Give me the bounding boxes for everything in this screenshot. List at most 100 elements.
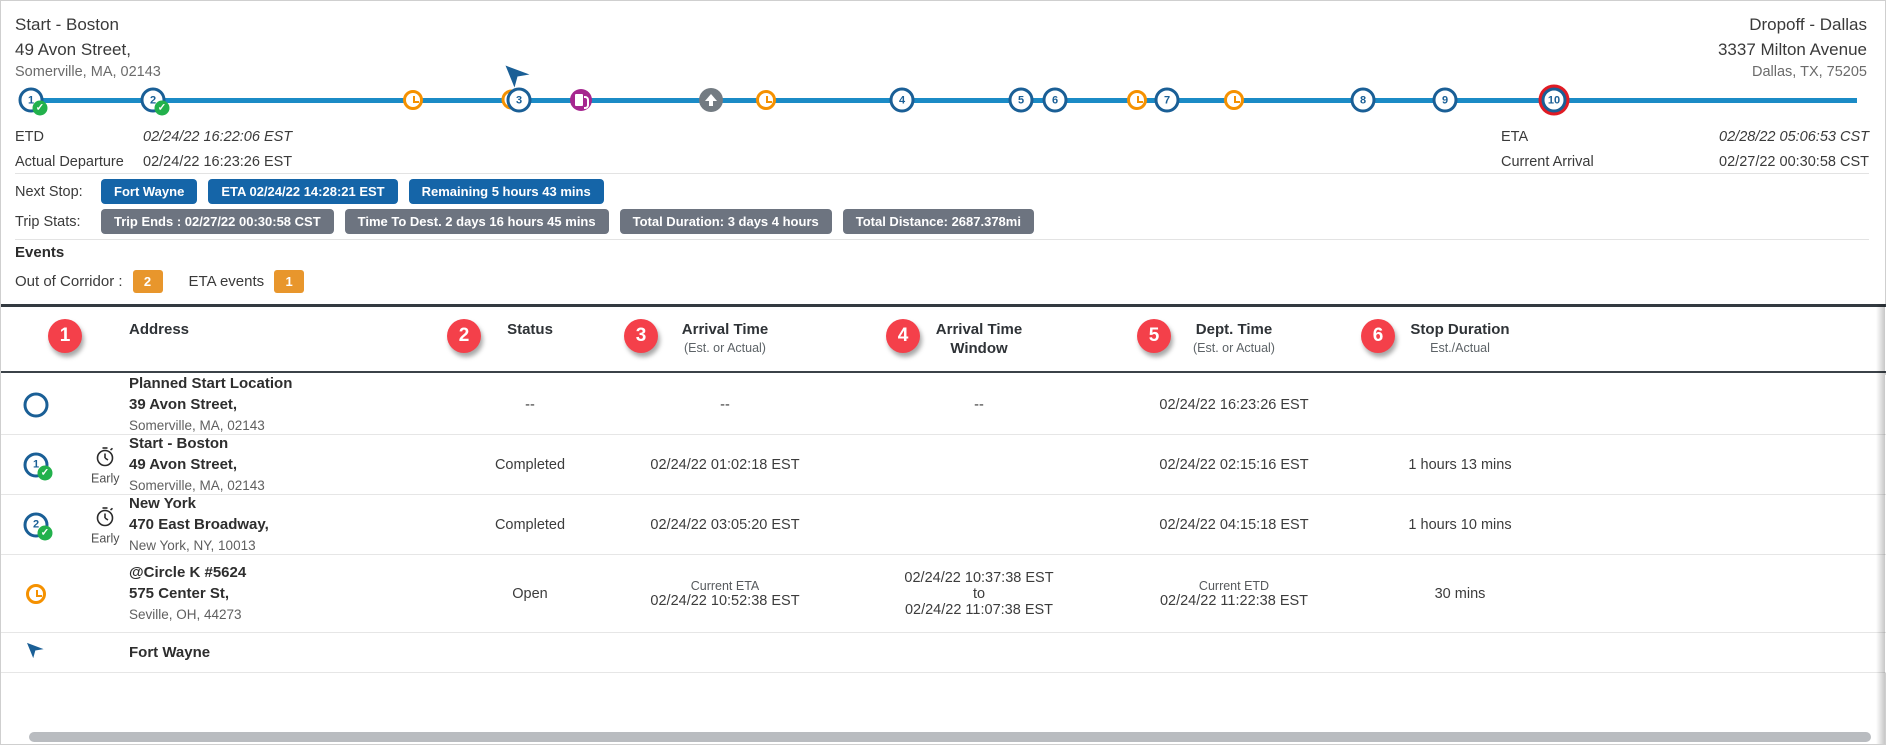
next-stop-pill-3[interactable]: Remaining 5 hours 43 mins: [408, 179, 604, 204]
destination-times: ETA 02/28/22 05:06:53 CST Current Arriva…: [1501, 129, 1869, 179]
completed-check-icon: ✓: [37, 465, 53, 480]
eta-events-badge[interactable]: 1: [274, 270, 305, 293]
completed-check-icon: ✓: [154, 100, 170, 116]
column-header-arrival-time[interactable]: Arrival Time (Est. or Actual): [625, 321, 825, 356]
trip-stat-pill-3[interactable]: Total Duration: 3 days 4 hours: [619, 209, 832, 234]
timeline-fuel-stop-icon[interactable]: [570, 89, 592, 111]
divider-above-next-stop: [15, 173, 1869, 174]
timeline-stop-6[interactable]: 6: [1042, 87, 1068, 113]
eta-label: ETA: [1501, 129, 1529, 145]
cell-stop-duration: 1 hours 13 mins: [1408, 456, 1512, 473]
table-row[interactable]: 2 ✓ Early New York 470 East Broadway, New Yor…: [1, 495, 1886, 555]
cell-arrival-time: [615, 633, 835, 672]
cell-status: Open: [512, 585, 548, 602]
stop-street: 39 Avon Street,: [129, 396, 238, 414]
trip-stat-pill-2[interactable]: Time To Dest. 2 days 16 hours 45 mins: [344, 209, 609, 234]
timeline-track: [31, 98, 1857, 103]
timeline-eta-event-icon[interactable]: [1127, 90, 1147, 110]
clock-icon: [403, 90, 423, 110]
current-arrival-row: Current Arrival 02/27/22 00:30:58 CST: [1501, 154, 1869, 170]
trip-timeline[interactable]: 1 ✓ 2 ✓ 3 4 5 6 7 8 9 10: [1, 65, 1886, 121]
timeline-stop-10[interactable]: 10: [1541, 87, 1567, 113]
early-label: Early: [91, 531, 120, 545]
cell-address: Planned Start Location 39 Avon Street, Som…: [129, 375, 292, 434]
timeline-eta-event-icon[interactable]: [403, 90, 423, 110]
origin-times: ETD 02/24/22 16:22:06 EST Actual Departu…: [15, 129, 292, 179]
rail-marker-eta-event: [26, 583, 46, 604]
stop-name: Planned Start Location: [129, 375, 293, 392]
rail-marker-stop-2: 2 ✓: [23, 512, 53, 540]
cell-stop-duration: 30 mins: [1434, 585, 1486, 602]
cell-departure-time: 02/24/22 16:23:26 EST: [1159, 396, 1309, 413]
etd-row: ETD 02/24/22 16:22:06 EST: [15, 129, 292, 145]
column-header-arrival-time-window[interactable]: Arrival Time Window: [879, 321, 1079, 359]
timeline-stop-5[interactable]: 5: [1008, 87, 1034, 113]
cell-arrival-time: 02/24/22 03:05:20 EST: [650, 516, 800, 533]
column-header-dept-time[interactable]: Dept. Time (Est. or Actual): [1134, 321, 1334, 356]
stop-name: @Circle K #5624: [129, 563, 247, 581]
table-body[interactable]: Planned Start Location 39 Avon Street, Som…: [1, 375, 1886, 745]
next-stop-pill-1[interactable]: Fort Wayne: [101, 179, 198, 204]
actual-departure-value: 02/24/22 16:23:26 EST: [143, 154, 293, 170]
table-row[interactable]: Fort Wayne: [1, 633, 1886, 673]
stop-street: 575 Center St,: [129, 585, 230, 603]
stops-table: 1 Address 2 Status 3 Arrival Time (Est. or Act…: [1, 304, 1886, 745]
destination-block: Dropoff - Dallas 3337 Milton Avenue Dall…: [1718, 13, 1867, 84]
timeline-eta-event-icon[interactable]: [1224, 90, 1244, 110]
origin-block: Start - Boston 49 Avon Street, Somervill…: [15, 13, 161, 84]
cell-arrival-window: [869, 633, 1089, 672]
timeline-stop-1[interactable]: 1 ✓: [18, 87, 48, 116]
completed-check-icon: ✓: [37, 525, 53, 540]
trip-stat-pill-4[interactable]: Total Distance: 2687.378mi: [842, 209, 1034, 234]
panel-edge-shadow: [1876, 304, 1885, 744]
trip-stat-pill-1[interactable]: Trip Ends : 02/27/22 00:30:58 CST: [101, 209, 334, 234]
table-row[interactable]: @Circle K #5624 575 Center St, Seville, OH…: [1, 555, 1886, 633]
out-of-corridor-badge[interactable]: 2: [132, 270, 163, 293]
timeline-eta-event-icon[interactable]: [756, 90, 776, 110]
timeline-stop-3[interactable]: 3: [501, 65, 532, 113]
cell-address: @Circle K #5624 575 Center St, Seville, OH…: [129, 555, 246, 632]
timeline-stop-9[interactable]: 9: [1432, 87, 1458, 113]
timeline-stop-4[interactable]: 4: [889, 87, 915, 113]
cell-arrival-window: [869, 495, 1089, 554]
stop-name: New York: [129, 494, 196, 512]
rail-marker-stop-1: 1 ✓: [23, 452, 53, 480]
cell-departure-time: [1124, 633, 1344, 672]
timeline-stop-7[interactable]: 7: [1154, 87, 1180, 113]
stop-street: 470 East Broadway,: [129, 516, 269, 534]
rail-marker-current: [25, 641, 47, 664]
cell-arrival-time: 02/24/22 01:02:18 EST: [650, 456, 800, 473]
destination-title: Dropoff - Dallas: [1749, 15, 1867, 34]
cell-status: --: [525, 396, 535, 413]
column-header-address[interactable]: Address: [129, 321, 429, 340]
next-stop-pill-2[interactable]: ETA 02/24/22 14:28:21 EST: [208, 179, 398, 204]
column-header-stop-duration[interactable]: Stop Duration Est./Actual: [1360, 321, 1560, 356]
column-header-status[interactable]: Status: [430, 321, 630, 340]
cell-address: Fort Wayne: [129, 633, 210, 672]
trip-stats-row: Trip Stats: Trip Ends : 02/27/22 00:30:5…: [15, 209, 1045, 234]
timeline-stop-2[interactable]: 2 ✓: [140, 87, 170, 116]
next-stop-row: Next Stop: Fort Wayne ETA 02/24/22 14:28:…: [15, 179, 615, 204]
table-row[interactable]: Planned Start Location 39 Avon Street, Som…: [1, 375, 1886, 435]
stop-name: Fort Wayne: [129, 643, 211, 661]
divider-above-events: [15, 239, 1869, 240]
cell-stop-duration: 1 hours 10 mins: [1408, 516, 1512, 533]
actual-departure-row: Actual Departure 02/24/22 16:23:26 EST: [15, 154, 292, 170]
cell-departure-time: Current ETD 02/24/22 11:22:38 EST: [1159, 578, 1309, 609]
table-header-row: 1 Address 2 Status 3 Arrival Time (Est. or Act…: [1, 307, 1886, 373]
early-label: Early: [91, 471, 120, 485]
clock-icon: [756, 90, 776, 110]
table-row[interactable]: 1 ✓ Early Start - Boston 49 Avon Street, Some…: [1, 435, 1886, 495]
etd-value: 02/24/22 16:22:06 EST: [143, 129, 293, 145]
early-indicator: Early: [91, 504, 119, 545]
cell-arrival-time: Current ETA 02/24/22 10:52:38 EST: [650, 578, 800, 609]
horizontal-scrollbar[interactable]: [29, 732, 1871, 742]
clock-icon: [26, 583, 46, 604]
timeline-stop-8[interactable]: 8: [1350, 87, 1376, 113]
cell-arrival-window: --: [974, 396, 984, 413]
cell-stop-duration: [1350, 633, 1570, 672]
completed-check-icon: ✓: [32, 100, 48, 116]
timeline-out-of-corridor-icon[interactable]: [699, 88, 723, 112]
cell-arrival-time: --: [720, 396, 730, 413]
rail-marker-planned-start: [23, 392, 49, 417]
